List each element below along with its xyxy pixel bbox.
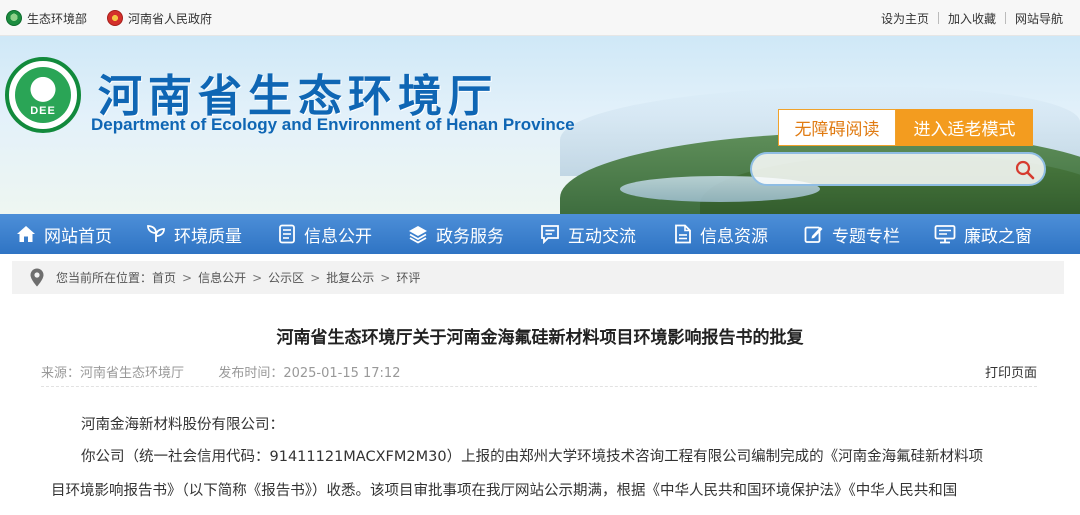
article-meta: 来源：河南省生态环境厅 发布时间：2025-01-15 17:12 xyxy=(41,362,400,381)
accessibility-reading-button[interactable]: 无障碍阅读 xyxy=(778,109,896,146)
search-input[interactable] xyxy=(764,158,1004,180)
source-value: 河南省生态环境厅 xyxy=(80,366,185,381)
add-favorite-link[interactable]: 加入收藏 xyxy=(939,10,1005,27)
set-homepage-link[interactable]: 设为主页 xyxy=(872,10,938,27)
publish-date: 2025-01-15 17:12 xyxy=(283,366,401,381)
breadcrumb-info-disclosure[interactable]: 信息公开 xyxy=(198,269,246,286)
monitor-icon xyxy=(934,225,956,244)
logo-emblem: DEE xyxy=(15,67,71,123)
logo-text: DEE xyxy=(30,105,56,117)
nav-item-government-services[interactable]: 政务服务 xyxy=(408,214,504,254)
nav-item-environment-quality[interactable]: 环境质量 xyxy=(146,214,242,254)
breadcrumb-approval-notice[interactable]: 批复公示 xyxy=(326,269,374,286)
date-label: 发布时间： xyxy=(218,366,284,381)
nav-item-integrity-window[interactable]: 廉政之窗 xyxy=(934,214,1032,254)
site-title-english: Department of Ecology and Environment of… xyxy=(91,115,575,134)
breadcrumb-separator: > xyxy=(310,270,321,285)
meta-divider xyxy=(41,386,1037,387)
edit-icon xyxy=(804,226,823,243)
nav-item-label: 信息资源 xyxy=(700,226,768,247)
nav-item-special-topics[interactable]: 专题专栏 xyxy=(804,214,900,254)
nav-item-info-resources[interactable]: 信息资源 xyxy=(674,214,768,254)
link-henan-government[interactable]: 河南省人民政府 xyxy=(107,10,212,27)
file-icon xyxy=(675,224,691,244)
home-icon xyxy=(17,226,35,242)
link-ministry[interactable]: 生态环境部 xyxy=(6,10,87,27)
nav-item-label: 互动交流 xyxy=(568,226,636,247)
nav-item-label: 专题专栏 xyxy=(832,226,900,247)
nav-item-home[interactable]: 网站首页 xyxy=(16,214,112,254)
chat-icon xyxy=(541,225,559,244)
nav-item-interaction[interactable]: 互动交流 xyxy=(540,214,636,254)
search-icon[interactable] xyxy=(1014,159,1036,181)
breadcrumb-home[interactable]: 首页 xyxy=(152,269,176,286)
layers-icon xyxy=(409,226,427,244)
national-emblem-icon xyxy=(107,10,124,26)
article-paragraph: 你公司（统一社会信用代码：91411121MACXFM2M30）上报的由郑州大学… xyxy=(81,449,984,465)
article-paragraph: 目环境影响报告书》（以下简称《报告书》）收悉。该项目审批事项在我厅网站公示期满，… xyxy=(51,483,958,499)
site-map-link[interactable]: 网站导航 xyxy=(1006,10,1072,27)
document-icon xyxy=(279,224,295,244)
breadcrumb-separator: > xyxy=(380,270,391,285)
location-pin-icon xyxy=(30,268,44,287)
nav-item-label: 政务服务 xyxy=(436,226,504,247)
utility-links: 设为主页 加入收藏 网站导航 xyxy=(872,0,1072,36)
breadcrumb-public-notice[interactable]: 公示区 xyxy=(268,269,304,286)
link-ministry-label: 生态环境部 xyxy=(27,11,88,26)
elder-mode-button[interactable]: 进入适老模式 xyxy=(896,109,1033,146)
top-utility-bar: 生态环境部 河南省人民政府 设为主页 加入收藏 网站导航 xyxy=(0,0,1080,36)
breadcrumb-separator: > xyxy=(182,270,193,285)
breadcrumb-eia[interactable]: 环评 xyxy=(396,269,420,286)
source-label: 来源： xyxy=(41,366,81,381)
nav-item-info-disclosure[interactable]: 信息公开 xyxy=(278,214,372,254)
nav-item-label: 环境质量 xyxy=(174,226,242,247)
main-navigation: 网站首页 环境质量 信息公开 政务服务 互动交流 信息资源 专题专栏 廉政之窗 xyxy=(0,214,1080,254)
search-box xyxy=(750,152,1046,186)
nav-item-label: 信息公开 xyxy=(304,226,372,247)
breadcrumb-prefix: 您当前所在位置： xyxy=(56,271,153,285)
print-page-link[interactable]: 打印页面 xyxy=(985,362,1037,381)
article-title: 河南省生态环境厅关于河南金海氟硅新材料项目环境影响报告书的批复 xyxy=(276,328,804,348)
ministry-emblem-icon xyxy=(6,10,22,26)
leaf-icon xyxy=(147,225,165,242)
breadcrumb: 您当前所在位置： 首页 > 信息公开 > 公示区 > 批复公示 > 环评 xyxy=(12,261,1064,294)
nav-item-label: 网站首页 xyxy=(44,226,112,247)
article-salutation: 河南金海新材料股份有限公司： xyxy=(81,417,284,433)
link-henan-government-label: 河南省人民政府 xyxy=(128,11,213,26)
breadcrumb-separator: > xyxy=(252,270,263,285)
department-logo[interactable]: DEE xyxy=(5,57,81,133)
nav-item-label: 廉政之窗 xyxy=(964,226,1032,247)
related-sites: 生态环境部 河南省人民政府 xyxy=(6,0,232,36)
